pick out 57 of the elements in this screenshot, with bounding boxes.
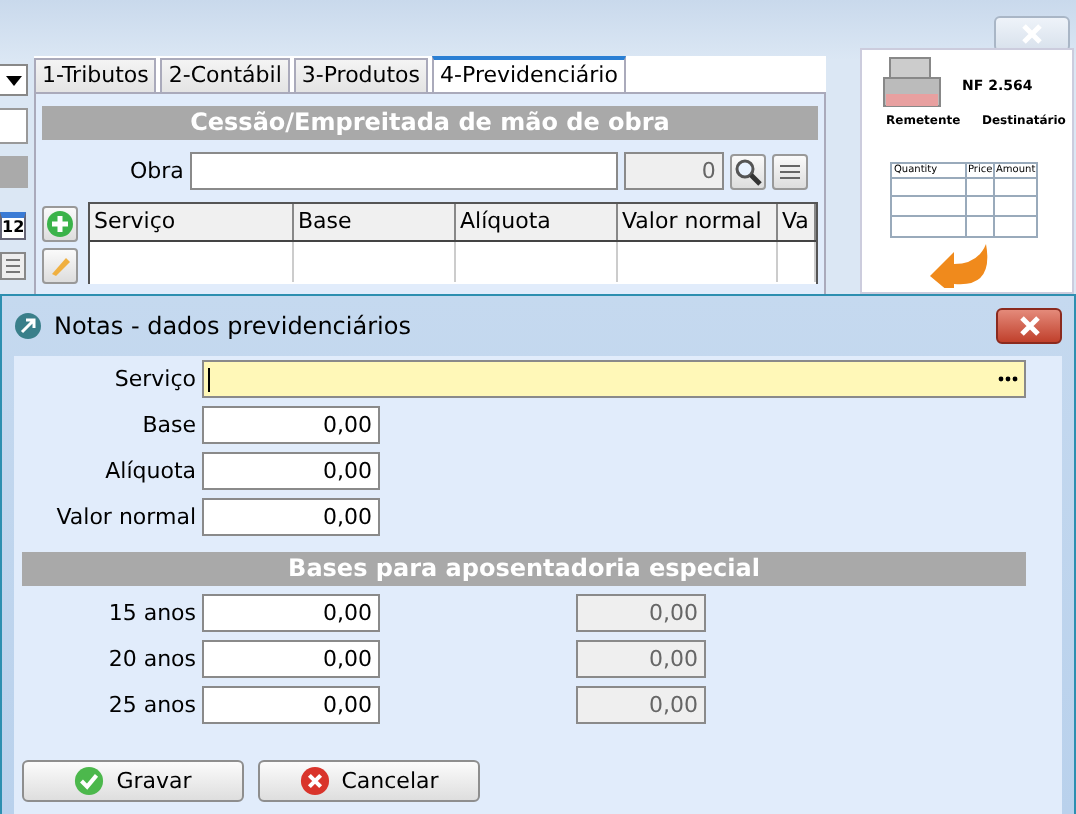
tab[interactable]: 4-Previdenciário [432, 56, 626, 92]
tab[interactable]: 1-Tributos [34, 58, 157, 92]
number-field[interactable]: 0,00 [202, 498, 380, 536]
number-field[interactable]: 0,00 [202, 452, 380, 490]
number-field[interactable]: 0,00 [202, 406, 380, 444]
code-field[interactable]: 0 [623, 152, 724, 190]
column-header[interactable]: Valor normal [618, 204, 778, 240]
number-field[interactable]: 0,00 [202, 686, 380, 724]
close-button[interactable] [996, 308, 1062, 344]
readonly-field: 0,00 [576, 640, 706, 678]
plus-icon [46, 210, 74, 238]
number-field[interactable]: 0,00 [202, 640, 380, 678]
cancel-icon [299, 766, 330, 796]
list-button[interactable] [771, 153, 808, 189]
panel-block [0, 156, 28, 188]
search-button[interactable] [729, 153, 766, 189]
pencil-icon [48, 254, 72, 278]
field-label: 25 anos [106, 692, 196, 718]
column-header[interactable]: Alíquota [456, 204, 618, 240]
field-label: Obra [130, 158, 184, 184]
field-label: Serviço [112, 366, 196, 392]
field-label: 15 anos [106, 600, 196, 626]
section-header: Cessão/Empreitada de mão de obra [42, 106, 818, 140]
close-icon [1020, 24, 1044, 44]
cash-register-icon [882, 54, 942, 110]
ellipsis-icon [998, 376, 1018, 382]
number-field[interactable]: 0,00 [202, 594, 380, 632]
dropdown-button[interactable] [0, 64, 28, 96]
text-cursor-icon [208, 367, 210, 391]
readonly-field: 0,00 [576, 686, 706, 724]
field-label: 20 anos [106, 646, 196, 672]
dialog-title: Notas - dados previdenciários [54, 312, 413, 340]
edit-button[interactable] [42, 248, 78, 284]
column-header[interactable]: Va [778, 204, 816, 240]
tab[interactable]: 2-Contábil [160, 58, 290, 92]
search-icon [733, 157, 762, 185]
checkmark-icon [74, 766, 105, 796]
tab[interactable]: 3-Produtos [293, 58, 429, 92]
save-button[interactable]: Gravar [22, 760, 244, 802]
column-header[interactable]: Serviço [90, 204, 294, 240]
field-label: Alíquota [103, 458, 196, 484]
calendar-icon[interactable]: 12 [0, 212, 26, 240]
readonly-field: 0,00 [576, 594, 706, 632]
list-icon[interactable] [0, 252, 26, 280]
input-field[interactable] [189, 152, 618, 190]
field-label: Base [140, 412, 196, 438]
field-label: Valor normal [54, 504, 196, 530]
service-field[interactable] [202, 360, 1026, 398]
list-icon [777, 161, 802, 181]
column-header[interactable]: Base [294, 204, 456, 240]
app-icon [14, 312, 42, 340]
caret-icon [5, 75, 21, 85]
close-icon [1017, 316, 1041, 336]
add-button[interactable] [42, 206, 78, 242]
section-header: Bases para aposentadoria especial [22, 552, 1026, 586]
input-field[interactable] [0, 108, 28, 144]
cancel-button[interactable]: Cancelar [258, 760, 480, 802]
